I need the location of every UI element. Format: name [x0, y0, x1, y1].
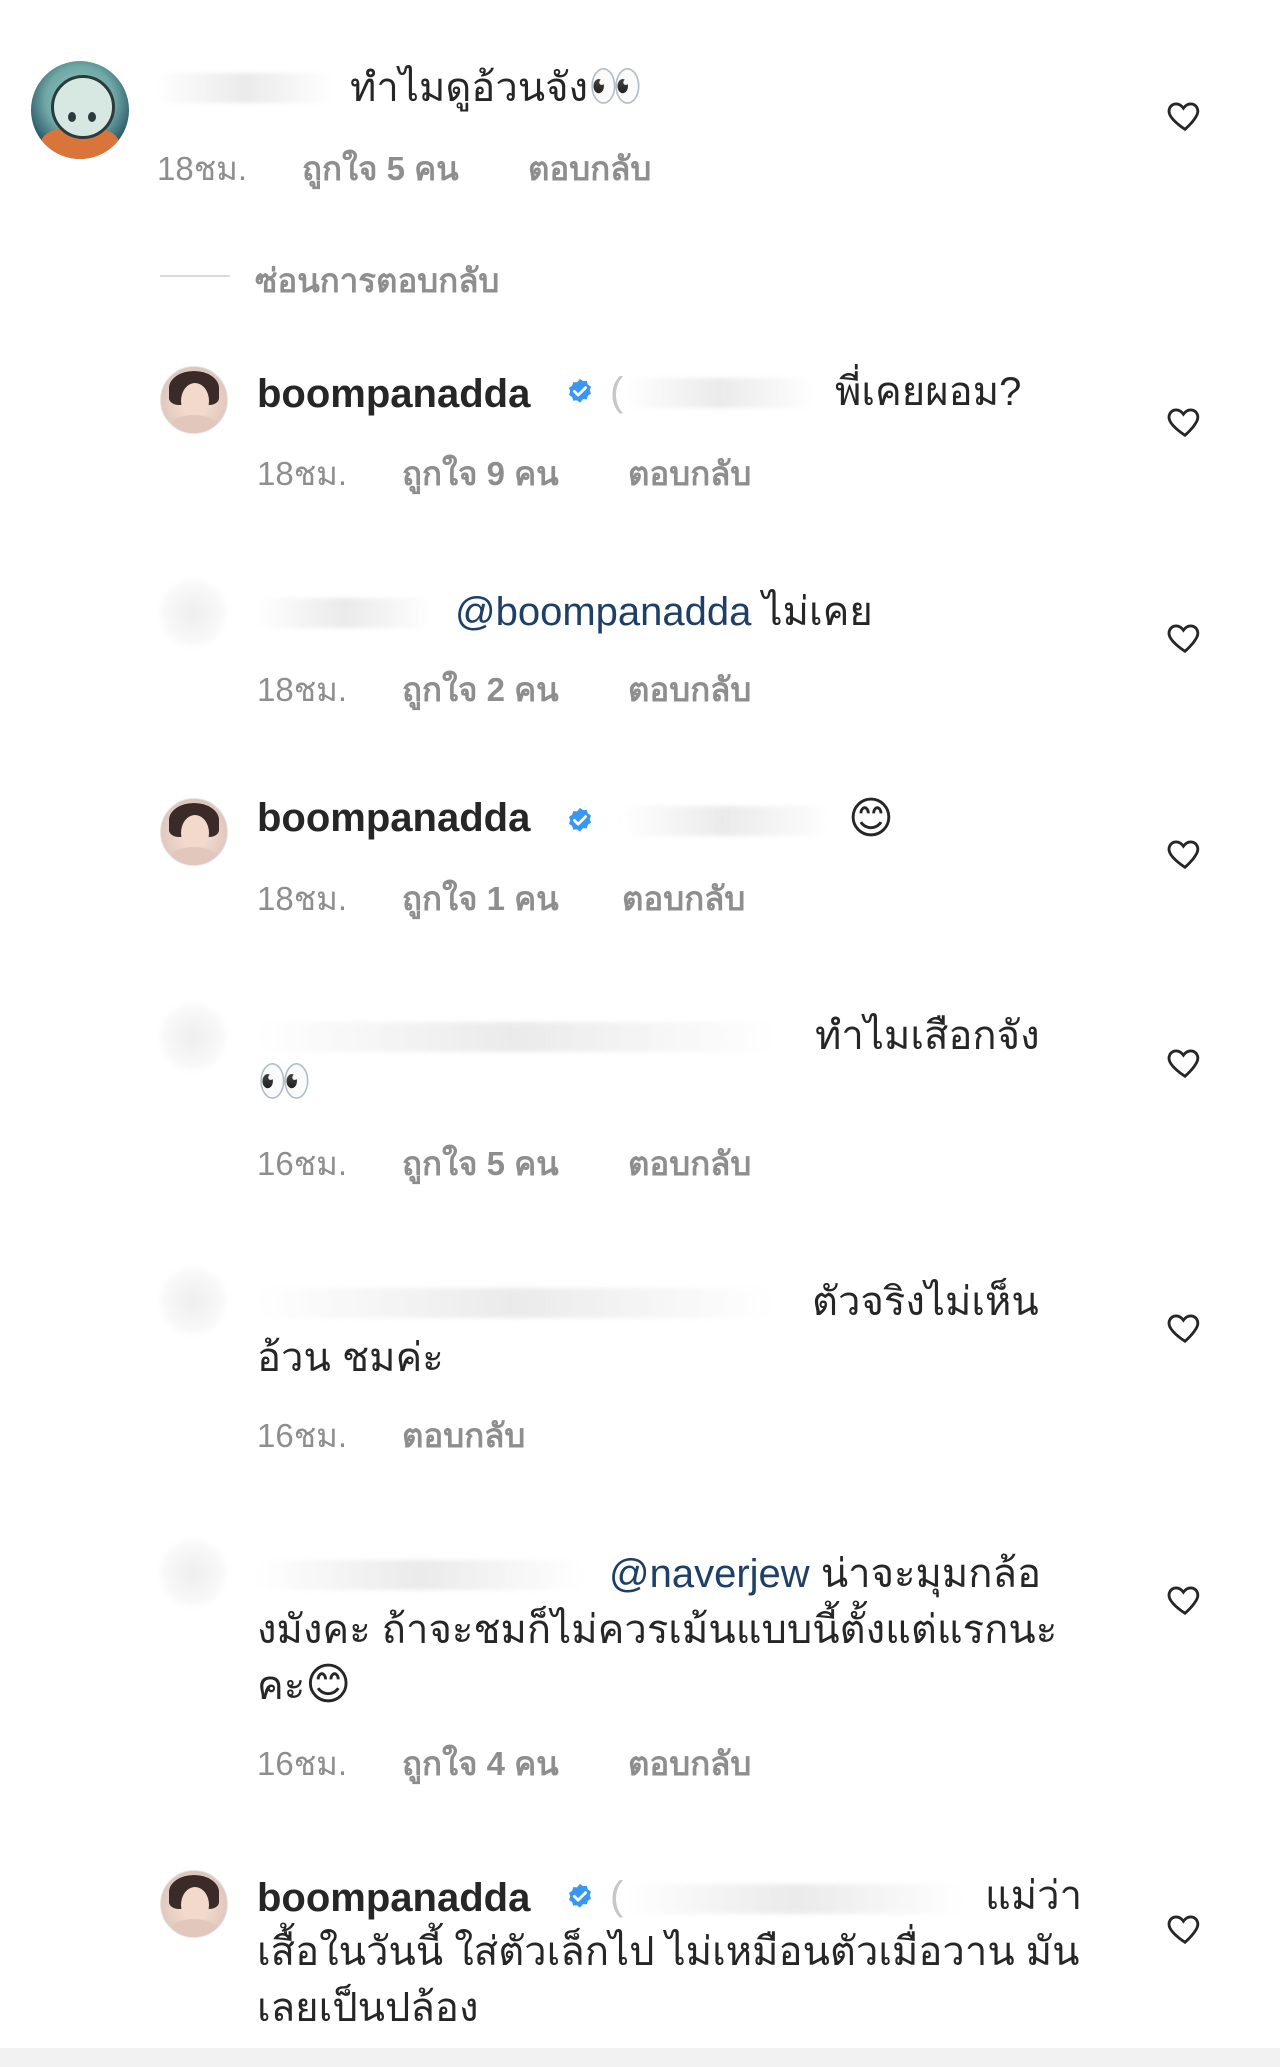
- avatar-shoulder: [169, 415, 219, 433]
- username-boompanadda[interactable]: boompanadda: [257, 796, 530, 841]
- redacted-avatar: [160, 580, 226, 646]
- smiley-face-icon: [51, 75, 115, 139]
- heart-icon[interactable]: [1165, 834, 1205, 872]
- reply-likes[interactable]: ถูกใจ 9 คน: [402, 447, 559, 500]
- reply-likes[interactable]: ถูกใจ 2 คน: [402, 663, 559, 716]
- redacted-mention: [620, 806, 830, 836]
- reply-text-6-line2: งมังคะ ถ้าจะชมก็ไม่ควรเม้นแบบนี้ตั้งแต่แ…: [257, 1608, 1058, 1652]
- redacted-username: [255, 598, 435, 628]
- verified-badge-icon: [569, 378, 591, 403]
- smiley-eye-left: [68, 112, 76, 122]
- redacted-avatar: [160, 1268, 226, 1334]
- comment-body: ทำไมดูอ้วนจัง: [350, 66, 589, 110]
- reply-button[interactable]: ตอบกลับ: [622, 872, 745, 925]
- username-boompanadda[interactable]: boompanadda: [257, 372, 530, 417]
- mention-link[interactable]: @boompanadda: [455, 590, 751, 634]
- username-boompanadda[interactable]: boompanadda: [257, 1876, 530, 1921]
- reply-time: 18ชม.: [257, 455, 348, 492]
- reply-text-5-line2: อ้วน ชมค่ะ: [257, 1336, 444, 1380]
- reply-button[interactable]: ตอบกลับ: [628, 663, 751, 716]
- heart-icon[interactable]: [1165, 402, 1205, 440]
- redacted-username-mention: [255, 1288, 775, 1318]
- smiling-face-emoji: 😊: [848, 794, 894, 843]
- avatar-shoulder: [169, 1919, 219, 1937]
- verified-badge-icon: [569, 1883, 591, 1908]
- mention-link[interactable]: @naverjew: [609, 1552, 810, 1596]
- commenter-avatar[interactable]: [31, 61, 129, 159]
- bottom-edge: [0, 2048, 1280, 2067]
- heart-icon[interactable]: [1165, 618, 1205, 656]
- reply-time: 16ชม.: [257, 1745, 348, 1782]
- heart-icon[interactable]: [1165, 1308, 1205, 1346]
- comment-text-1: ทำไมดูอ้วนจัง👀: [350, 60, 643, 116]
- reply-body: คะ: [257, 1664, 306, 1708]
- redacted-username-mention: [255, 1022, 775, 1052]
- reply-likes[interactable]: ถูกใจ 5 คน: [402, 1137, 559, 1190]
- avatar-face: [181, 815, 209, 851]
- reply-body: ไม่เคย: [762, 590, 873, 634]
- avatar-shoulder: [169, 847, 219, 865]
- verified-badge-icon: [569, 807, 591, 832]
- reply-time: 16ชม.: [257, 1417, 348, 1454]
- reply-text-1: พี่เคยผอม?: [835, 370, 1022, 414]
- eyes-emoji: 👀: [257, 1057, 312, 1106]
- avatar-face: [181, 383, 209, 419]
- redacted-avatar: [160, 1540, 226, 1606]
- heart-icon[interactable]: [1165, 1580, 1205, 1618]
- boompanadda-avatar[interactable]: [160, 1870, 228, 1938]
- smiley-eye-right: [88, 112, 96, 122]
- reply-time: 18ชม.: [257, 880, 348, 917]
- reply-likes[interactable]: ถูกใจ 4 คน: [402, 1737, 559, 1790]
- paren-text: (: [610, 1874, 624, 1918]
- reply-text-6-line1: @naverjew น่าจะมุมกล้อ: [609, 1546, 1041, 1602]
- heart-icon[interactable]: [1165, 1909, 1205, 1947]
- hide-replies-divider: [160, 275, 230, 277]
- reply-button[interactable]: ตอบกลับ: [528, 142, 651, 195]
- reply-time: 16ชม.: [257, 1145, 348, 1182]
- eyes-emoji: 👀: [588, 62, 643, 111]
- redacted-mention: [625, 1884, 965, 1914]
- reply-button[interactable]: ตอบกลับ: [628, 447, 751, 500]
- comment-likes[interactable]: ถูกใจ 5 คน: [302, 142, 459, 195]
- avatar-face: [181, 1887, 209, 1923]
- reply-text-6-line3: คะ😊: [257, 1658, 351, 1714]
- redacted-username: [155, 73, 335, 103]
- reply-button[interactable]: ตอบกลับ: [628, 1137, 751, 1190]
- reply-body: น่าจะมุมกล้อ: [820, 1552, 1042, 1596]
- redacted-mention: [625, 378, 815, 408]
- reply-button[interactable]: ตอบกลับ: [628, 1737, 751, 1790]
- redacted-avatar: [160, 1004, 226, 1070]
- reply-text-7-line1: แม่ว่า: [985, 1874, 1083, 1918]
- paren-text: (: [610, 370, 624, 414]
- smiling-face-emoji: 😊: [305, 1660, 352, 1709]
- redacted-username: [255, 1560, 585, 1590]
- heart-icon[interactable]: [1165, 96, 1205, 134]
- reply-text-7-line3: เลยเป็นปล้อง: [257, 1986, 479, 2030]
- reply-text-5-line1: ตัวจริงไม่เห็น: [812, 1280, 1039, 1324]
- reply-text-4: ทำไมเสือกจัง: [815, 1014, 1040, 1058]
- comment-time: 18ชม.: [157, 150, 248, 187]
- hide-replies-button[interactable]: ซ่อนการตอบกลับ: [255, 254, 499, 307]
- reply-text-2: @boompanadda ไม่เคย: [455, 584, 873, 640]
- boompanadda-avatar[interactable]: [160, 798, 228, 866]
- reply-text-7-line2: เสื้อในวันนี้ ใส่ตัวเล็กไป ไม่เหมือนตัวเ…: [257, 1930, 1080, 1974]
- reply-likes[interactable]: ถูกใจ 1 คน: [402, 872, 559, 925]
- heart-icon[interactable]: [1165, 1043, 1205, 1081]
- boompanadda-avatar[interactable]: [160, 366, 228, 434]
- reply-time: 18ชม.: [257, 671, 348, 708]
- reply-button[interactable]: ตอบกลับ: [402, 1409, 525, 1462]
